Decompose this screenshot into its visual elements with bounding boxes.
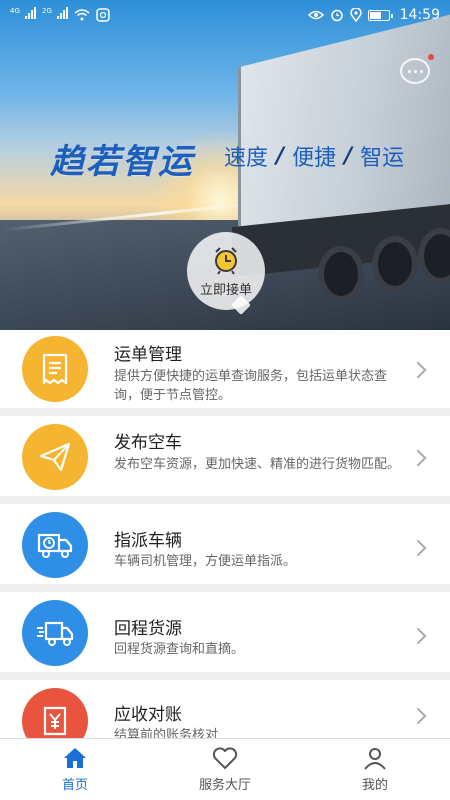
sim1-signal: 4G	[10, 7, 37, 23]
service-list: 运单管理 提供方便快捷的运单查询服务，包括运单状态查询，便于节点管控。 发布空车…	[0, 330, 450, 738]
assign-title: 指派车辆	[114, 531, 182, 551]
sim1-label: 4G	[10, 7, 20, 15]
tab-home[interactable]: 首页	[0, 739, 150, 800]
receive-order-button[interactable]: 立即接单	[187, 232, 265, 310]
list-item-waybill[interactable]: 运单管理 提供方便快捷的运单查询服务，包括运单状态查询，便于节点管控。	[0, 330, 450, 408]
hero-banner: 趋若智运 速度 / 便捷 / 智运 立即接单	[0, 0, 450, 330]
wifi-icon	[74, 9, 90, 21]
bottom-tab-bar: 首页 服务大厅 我的	[0, 738, 450, 800]
receivables-title: 应收对账	[114, 705, 182, 725]
home-icon	[64, 748, 86, 768]
location-icon	[349, 8, 362, 22]
truck-fast-icon	[22, 600, 88, 666]
truck-wheel	[372, 236, 418, 292]
sim2-label: 2G	[42, 7, 52, 15]
yuan-receipt-icon	[22, 688, 88, 738]
user-icon	[364, 748, 386, 770]
notification-dot	[428, 54, 434, 60]
list-item-return-cargo[interactable]: 回程货源 回程货源查询和直摘。	[0, 592, 450, 672]
tab-home-label: 首页	[61, 778, 88, 793]
slogan-smart: 智运	[360, 146, 405, 171]
heart-icon	[212, 747, 238, 769]
publish-title: 发布空车	[114, 433, 182, 453]
return-desc: 回程货源查询和直摘。	[114, 642, 245, 657]
alarm-clock-icon	[215, 246, 237, 275]
app-notification-icon	[96, 8, 110, 22]
chevron-right-icon	[409, 707, 427, 725]
chat-bubble-icon[interactable]	[400, 58, 430, 84]
tab-service-hall[interactable]: 服务大厅	[150, 739, 300, 800]
eye-icon	[307, 10, 324, 20]
status-bar: 4G 2G 14:59	[0, 0, 450, 30]
tab-mine[interactable]: 我的	[300, 739, 450, 800]
brand-title: 趋若智运	[50, 142, 194, 182]
slogan-divider: /	[344, 143, 353, 169]
publish-desc: 发布空车资源，更加快速、精准的进行货物匹配。	[114, 457, 401, 472]
sim2-signal: 2G	[42, 7, 69, 23]
chevron-right-icon	[409, 361, 427, 379]
list-item-receivables[interactable]: 应收对账 结算前的账务核对	[0, 680, 450, 738]
clock: 14:59	[399, 7, 440, 23]
alarm-icon	[330, 9, 343, 22]
tab-service-hall-label: 服务大厅	[198, 778, 251, 793]
receive-order-label: 立即接单	[199, 282, 252, 298]
paper-plane-icon	[22, 424, 88, 490]
truck-clock-icon	[22, 512, 88, 578]
slogan-divider: /	[276, 143, 285, 169]
return-title: 回程货源	[114, 619, 182, 639]
chevron-right-icon	[409, 539, 427, 557]
assign-desc: 车辆司机管理，方便运单指派。	[114, 554, 297, 569]
slogan-speed: 速度	[224, 146, 269, 171]
list-item-assign-vehicle[interactable]: 指派车辆 车辆司机管理，方便运单指派。	[0, 504, 450, 584]
waybill-desc: 提供方便快捷的运单查询服务，包括运单状态查询，便于节点管控。	[114, 369, 388, 403]
list-item-publish-empty-truck[interactable]: 发布空车 发布空车资源，更加快速、精准的进行货物匹配。	[0, 416, 450, 496]
waybill-title: 运单管理	[114, 345, 182, 365]
receivables-desc: 结算前的账务核对	[114, 728, 219, 738]
slogan: 速度 / 便捷 / 智运	[224, 140, 404, 172]
chevron-right-icon	[409, 449, 427, 467]
slogan-convenience: 便捷	[292, 146, 337, 171]
battery-level	[369, 11, 381, 19]
signal-icon	[57, 7, 69, 19]
signal-icon	[25, 7, 37, 19]
chevron-right-icon	[409, 627, 427, 645]
tab-mine-label: 我的	[361, 778, 388, 793]
truck-wheel	[318, 246, 364, 302]
battery-icon	[367, 9, 393, 21]
waybill-icon	[22, 336, 88, 402]
